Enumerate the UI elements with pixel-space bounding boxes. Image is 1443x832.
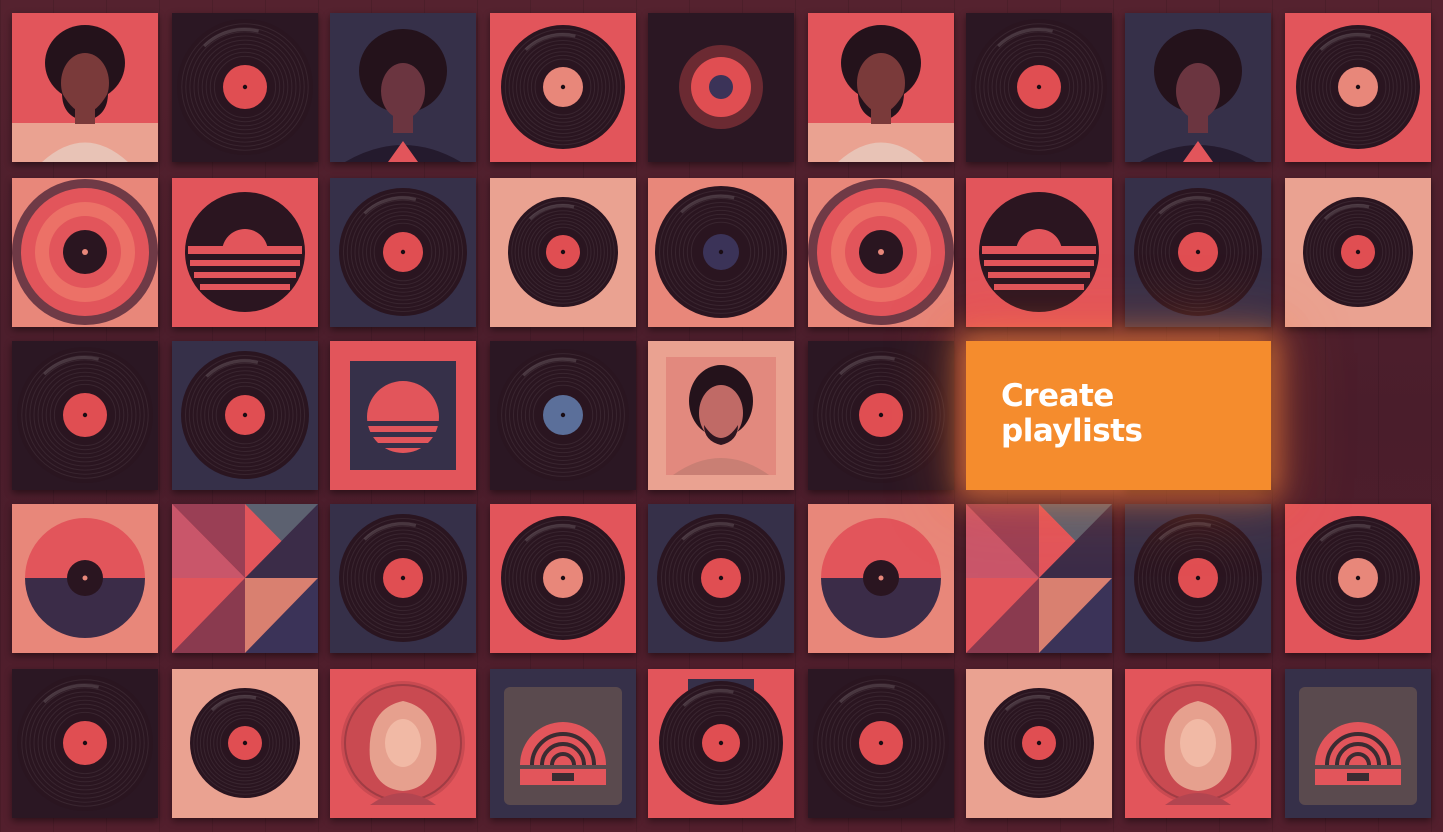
promo-banner: Create playlists [0,0,1443,832]
album-cover-concentric-target [12,178,158,327]
album-cover-vinyl-plum [172,13,318,162]
album-cover-vinyl-coral [490,13,636,162]
album-cover-split-circle [12,504,158,653]
album-cover-vinyl-coral [1285,504,1431,653]
album-cover-radio-speaker [1285,669,1431,818]
album-cover-vinyl-blue-label [490,341,636,490]
album-cover-portrait-woman [1125,669,1271,818]
album-cover-split-circle [808,504,954,653]
album-cover-vinyl-navy [648,504,794,653]
album-cover-vinyl-peach [1285,178,1431,327]
album-cover-vinyl-salmon-blue-label [648,178,794,327]
album-cover-vinyl-navy [330,504,476,653]
album-cover-sunset-frame [330,341,476,490]
album-cover-vinyl-plum [966,13,1112,162]
create-playlists-button[interactable]: Create playlists [966,341,1271,490]
album-cover-vinyl-peach [966,669,1112,818]
album-cover-vinyl-navy [172,341,318,490]
album-cover-vinyl-peach [172,669,318,818]
create-playlists-label: Create playlists [1001,378,1143,449]
album-cover-radio-speaker [490,669,636,818]
album-cover-sunset-stripes [966,178,1112,327]
album-cover-vinyl-plum [808,669,954,818]
album-cover-vinyl-navy [1125,504,1271,653]
album-cover-portrait-man-navy [330,13,476,162]
album-cover-vinyl-coral [1285,13,1431,162]
album-cover-vinyl-peach [490,178,636,327]
album-cover-vinyl-navy [330,178,476,327]
album-cover-vinyl-navy [1125,178,1271,327]
album-cover-vinyl-small-orange-label [648,13,794,162]
album-cover-portrait-man [12,13,158,162]
album-cover-portrait-woman [330,669,476,818]
album-cover-portrait-man-navy [1125,13,1271,162]
album-cover-geometric-triangles [172,504,318,653]
album-cover-geometric-triangles [966,504,1112,653]
album-cover-concentric-target [808,178,954,327]
album-cover-sunset-stripes [172,178,318,327]
album-cover-vinyl-coral [490,504,636,653]
album-cover-vinyl-plum [12,341,158,490]
album-cover-vinyl-coral-sleeve [648,669,794,818]
album-cover-portrait-man [808,13,954,162]
album-cover-portrait-moustache [648,341,794,490]
album-cover-vinyl-plum [12,669,158,818]
album-cover-vinyl-plum [808,341,954,490]
